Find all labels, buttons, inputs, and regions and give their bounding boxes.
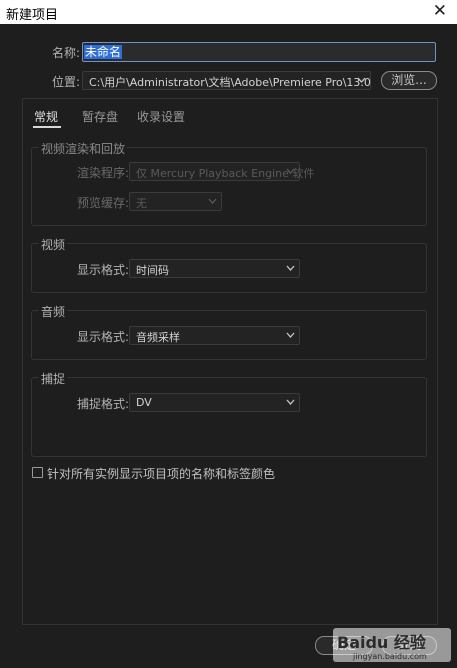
video-group-title: 视频 <box>39 236 68 253</box>
audio-group-title: 音频 <box>39 303 68 320</box>
active-tab-indicator <box>33 126 61 128</box>
capture-format-label: 捕捉格式: <box>77 397 130 411</box>
browse-button[interactable]: 浏览... <box>381 71 437 90</box>
tab-scratch-disks[interactable]: 暂存盘 <box>82 108 118 125</box>
audio-format-dropdown[interactable]: 音频采样 <box>129 326 300 345</box>
watermark-subtext: jingyan.baidu.com <box>352 652 427 661</box>
location-dropdown[interactable]: C:\用户\Administrator\文档\Adobe\Premiere Pr… <box>82 71 371 90</box>
preview-cache-dropdown[interactable]: 无 <box>129 192 222 211</box>
name-label: 名称: <box>52 46 81 60</box>
label-colors-checkbox-label[interactable]: 针对所有实例显示项目项的名称和标签颜色 <box>47 465 275 482</box>
label-colors-checkbox[interactable] <box>32 467 43 478</box>
watermark-text: Baidu 经验 <box>337 633 427 652</box>
tab-ingest-settings[interactable]: 收录设置 <box>137 108 185 125</box>
renderer-dropdown[interactable]: 仅 Mercury Playback Engine 软件 <box>129 162 314 181</box>
location-path: C:\用户\Administrator\文档\Adobe\Premiere Pr… <box>89 76 371 89</box>
render-group-title: 视频渲染和回放 <box>39 140 128 157</box>
baidu-watermark-logo: Baidu 经验 jingyan.baidu.com <box>333 628 451 662</box>
title-bar: 新建项目 ✕ <box>0 0 457 24</box>
tab-general[interactable]: 常规 <box>34 108 58 125</box>
chevron-down-icon <box>357 77 366 83</box>
chevron-down-icon <box>286 332 295 338</box>
project-name-field[interactable]: 未命名 <box>82 42 436 62</box>
preview-cache-value: 无 <box>136 197 147 210</box>
video-format-value: 时间码 <box>136 264 169 277</box>
chevron-down-icon <box>286 168 295 174</box>
render-group-box <box>31 147 427 226</box>
capture-group-box <box>31 377 427 457</box>
chevron-down-icon <box>208 198 217 204</box>
chevron-down-icon <box>286 265 295 271</box>
preview-cache-label: 预览缓存: <box>77 196 130 210</box>
video-format-label: 显示格式: <box>77 263 130 277</box>
capture-format-value: DV <box>136 396 152 409</box>
location-label: 位置: <box>52 75 81 89</box>
project-name-value[interactable]: 未命名 <box>84 45 123 59</box>
audio-format-value: 音频采样 <box>136 331 180 344</box>
capture-format-dropdown[interactable]: DV <box>129 393 300 412</box>
close-icon[interactable]: ✕ <box>433 1 447 21</box>
window-title: 新建项目 <box>6 8 59 23</box>
capture-group-title: 捕捉 <box>39 370 68 387</box>
video-format-dropdown[interactable]: 时间码 <box>129 259 300 278</box>
audio-format-label: 显示格式: <box>77 330 130 344</box>
chevron-down-icon <box>286 399 295 405</box>
renderer-label: 渲染程序: <box>77 166 130 180</box>
